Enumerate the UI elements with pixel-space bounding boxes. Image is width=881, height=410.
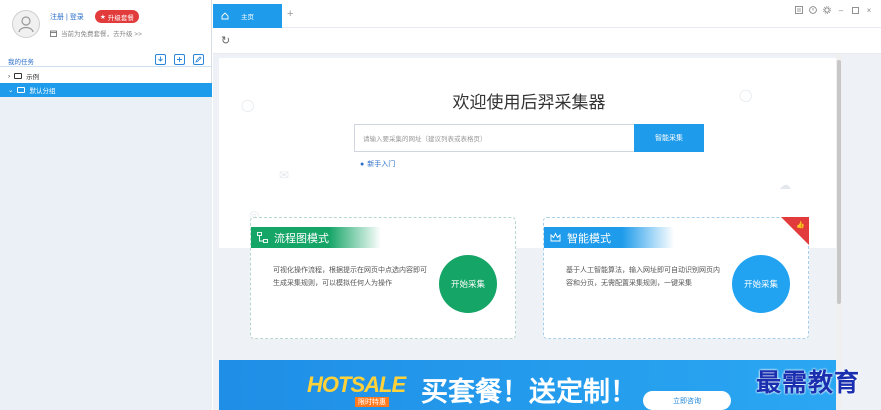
- scrollbar-thumb[interactable]: [837, 60, 841, 304]
- import-task-button[interactable]: [155, 54, 166, 65]
- tab-bar: 主页 + – ×: [213, 0, 881, 28]
- chevron-right-icon: ›: [8, 72, 11, 80]
- lightbulb-icon: ●: [360, 160, 365, 168]
- star-icon: ★: [100, 13, 106, 21]
- folder-icon: [17, 87, 26, 93]
- hotsale-subtitle: 限时特惠: [355, 397, 389, 407]
- minimize-icon[interactable]: –: [837, 6, 845, 15]
- mode-description: 可视化操作流程，根据提示在网页中点选内容即可生成采集规则，可以模拟任何人为操作: [273, 267, 427, 287]
- chevron-down-icon: ⌄: [8, 87, 14, 94]
- tree-item-example[interactable]: › 示例: [0, 69, 212, 83]
- promo-banner[interactable]: HOTSALE 限时特惠 买套餐！送定制！ 立即咨询: [219, 360, 839, 410]
- mode-description: 基于人工智能算法，输入网址即可自动识别网页内容和分页，无需配置采集规则，一键采集: [566, 267, 720, 287]
- start-collect-button[interactable]: 开始采集: [439, 255, 497, 313]
- edit-task-button[interactable]: [193, 54, 204, 65]
- task-tools: [155, 54, 204, 65]
- add-icon: [177, 57, 182, 62]
- upgrade-label: 升级套餐: [107, 14, 134, 22]
- mode-title: 流程图模式: [274, 232, 329, 245]
- window-controls: – ×: [795, 6, 873, 15]
- login-link[interactable]: 注册 | 登录: [50, 12, 84, 22]
- new-tab-button[interactable]: +: [287, 8, 293, 20]
- address-bar: ↻: [213, 28, 881, 54]
- decoration-icon: ✉: [279, 168, 290, 182]
- decoration-icon: ☁: [779, 178, 791, 192]
- guide-link-label: 新手入门: [367, 161, 396, 168]
- smart-collect-button[interactable]: 智能采集: [634, 124, 704, 152]
- avatar[interactable]: [12, 10, 40, 38]
- tab-label: 主页: [241, 14, 254, 21]
- tree-item-label: 默认分组: [29, 88, 56, 95]
- download-icon: [158, 56, 163, 62]
- help-icon[interactable]: [809, 6, 817, 14]
- folder-icon: [14, 73, 23, 79]
- thumbs-up-icon: 👍: [796, 222, 805, 229]
- page-title: 欢迎使用后羿采集器: [452, 93, 606, 112]
- refresh-icon[interactable]: ↻: [221, 34, 230, 47]
- feedback-icon[interactable]: [795, 6, 803, 14]
- mode-title: 智能模式: [567, 232, 611, 245]
- sidebar: 注册 | 登录 ★ 升级套餐 当前为免费套餐，去升级 >> 我的任务 › 示例 …: [0, 0, 212, 410]
- close-icon[interactable]: ×: [865, 6, 873, 15]
- tab-home[interactable]: 主页: [213, 4, 282, 28]
- start-collect-button[interactable]: 开始采集: [732, 255, 790, 313]
- beginner-guide-link[interactable]: ● 新手入门: [360, 159, 395, 169]
- upgrade-button[interactable]: ★ 升级套餐: [95, 10, 139, 23]
- task-title: 我的任务: [8, 59, 34, 66]
- main-content: ◯ ✉ ◯ ☁ ◎ 欢迎使用后羿采集器 请输入要采集的网址（建议列表或表格页） …: [213, 54, 881, 410]
- plan-notice-text: 当前为免费套餐，去升级 >>: [61, 31, 142, 38]
- plan-notice[interactable]: 当前为免费套餐，去升级 >>: [50, 28, 142, 38]
- banner-headline: 买套餐！送定制！: [421, 377, 637, 407]
- new-group-button[interactable]: [174, 54, 185, 65]
- task-header: 我的任务: [0, 53, 212, 67]
- crown-icon: [550, 232, 561, 242]
- url-input[interactable]: 请输入要采集的网址（建议列表或表格页）: [354, 124, 634, 152]
- tree-item-label: 示例: [26, 74, 40, 81]
- calendar-icon: [50, 30, 57, 37]
- maximize-icon[interactable]: [851, 6, 859, 14]
- smart-mode-card: 智能模式 基于人工智能算法，输入网址即可自动识别网页内容和分页，无需配置采集规则…: [543, 217, 809, 339]
- watermark: 最需教育: [756, 368, 861, 397]
- user-icon: [18, 16, 34, 33]
- hotsale-logo: HOTSALE: [307, 372, 406, 397]
- mode-header: 智能模式: [544, 227, 674, 248]
- flowchart-icon: [257, 232, 268, 243]
- gear-icon[interactable]: [823, 6, 831, 14]
- mode-header: 流程图模式: [251, 227, 381, 248]
- tree-item-default-group[interactable]: ⌄ 默认分组: [0, 83, 212, 97]
- flowchart-mode-card: 流程图模式 可视化操作流程，根据提示在网页中点选内容即可生成采集规则，可以模拟任…: [250, 217, 516, 339]
- consult-button[interactable]: 立即咨询: [643, 391, 731, 410]
- edit-icon: [195, 56, 202, 63]
- task-list-area: [0, 97, 212, 410]
- home-icon: [221, 12, 229, 20]
